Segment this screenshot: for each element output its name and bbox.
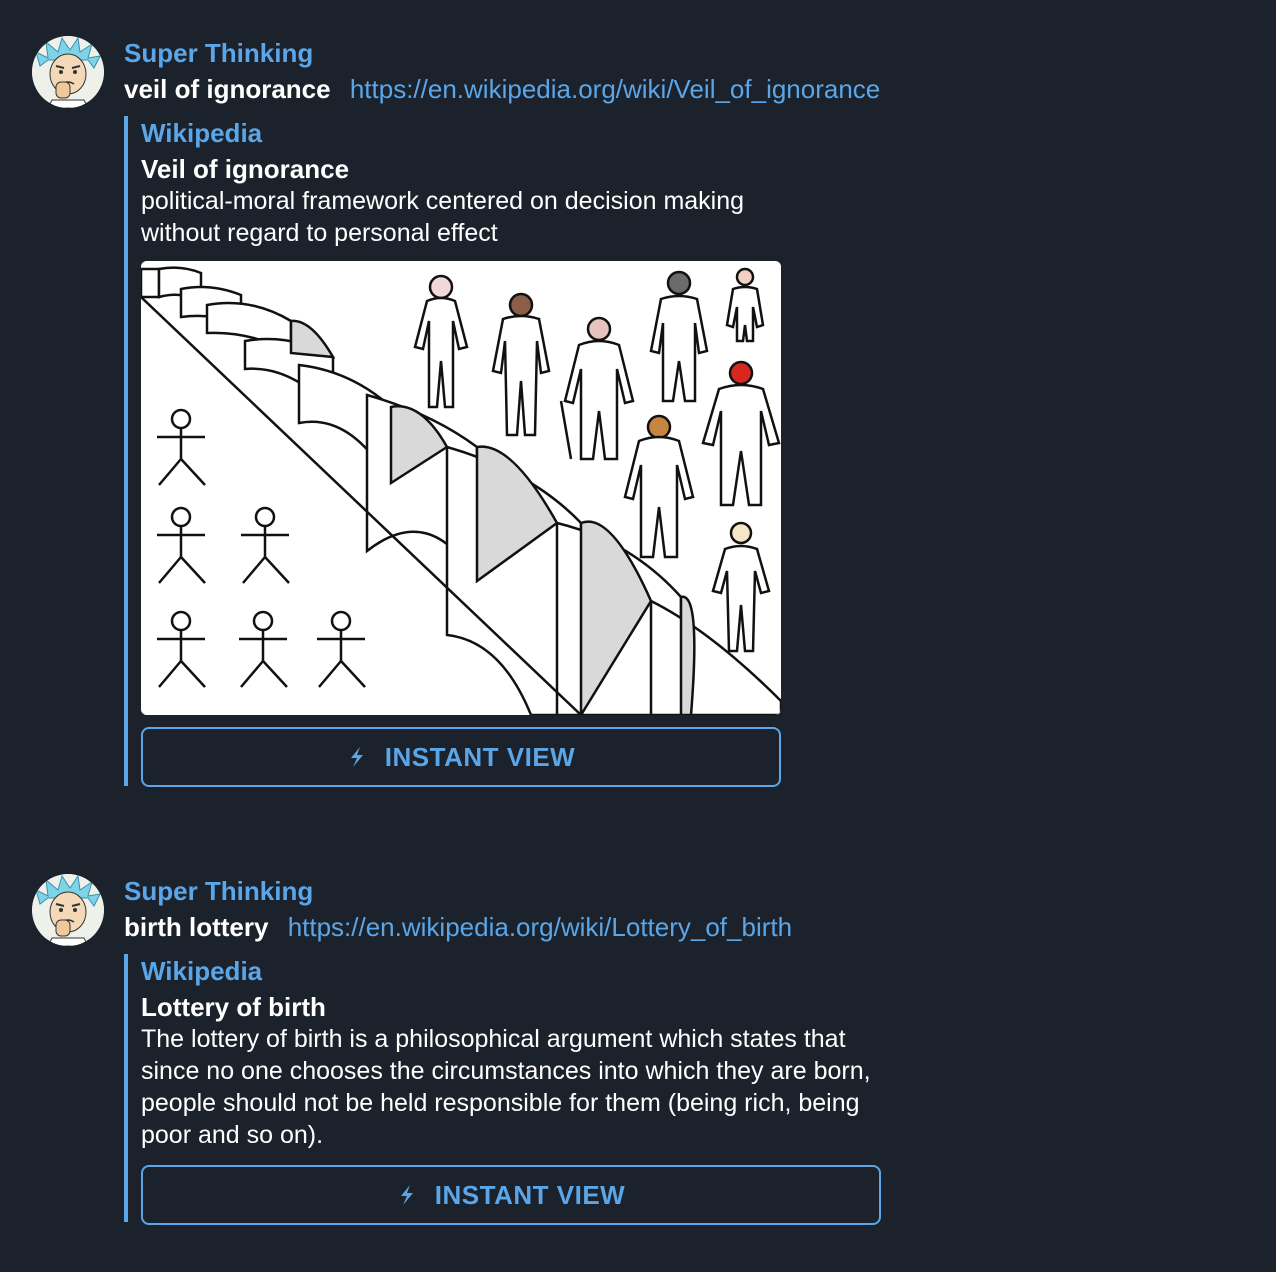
preview-description: political-moral framework centered on de… [141, 187, 745, 247]
preview-title: Veil of ignorance [141, 154, 350, 184]
message-bold-text: veil of ignorance [124, 74, 331, 104]
preview-image[interactable] [141, 261, 781, 715]
preview-title: Lottery of birth [141, 992, 326, 1022]
message-text: veil of ignorance https://en.wikipedia.o… [124, 74, 880, 105]
instant-view-label: INSTANT VIEW [384, 741, 576, 772]
lightning-bolt-icon [347, 746, 367, 768]
instant-view-label: INSTANT VIEW [434, 1179, 626, 1210]
message-link[interactable]: https://en.wikipedia.org/wiki/Lottery_of… [288, 912, 792, 942]
preview-site-name: Wikipedia [141, 118, 263, 148]
sender-name[interactable]: Super Thinking [124, 876, 313, 907]
preview-description: The lottery of birth is a philosophical … [141, 1025, 871, 1149]
message-link[interactable]: https://en.wikipedia.org/wiki/Veil_of_ig… [350, 74, 880, 104]
avatar[interactable] [32, 874, 104, 946]
instant-view-button[interactable]: INSTANT VIEW [141, 1165, 881, 1225]
lightning-bolt-icon [397, 1184, 417, 1206]
preview-site-name: Wikipedia [141, 956, 263, 986]
link-preview[interactable]: Wikipedia Lottery of birth The lottery o… [124, 954, 901, 1225]
message-text: birth lottery https://en.wikipedia.org/w… [124, 912, 792, 943]
avatar[interactable] [32, 36, 104, 108]
link-preview[interactable]: Wikipedia Veil of ignorance political-mo… [124, 116, 801, 787]
instant-view-button[interactable]: INSTANT VIEW [141, 727, 781, 787]
message-bold-text: birth lottery [124, 912, 269, 942]
sender-name[interactable]: Super Thinking [124, 38, 313, 69]
